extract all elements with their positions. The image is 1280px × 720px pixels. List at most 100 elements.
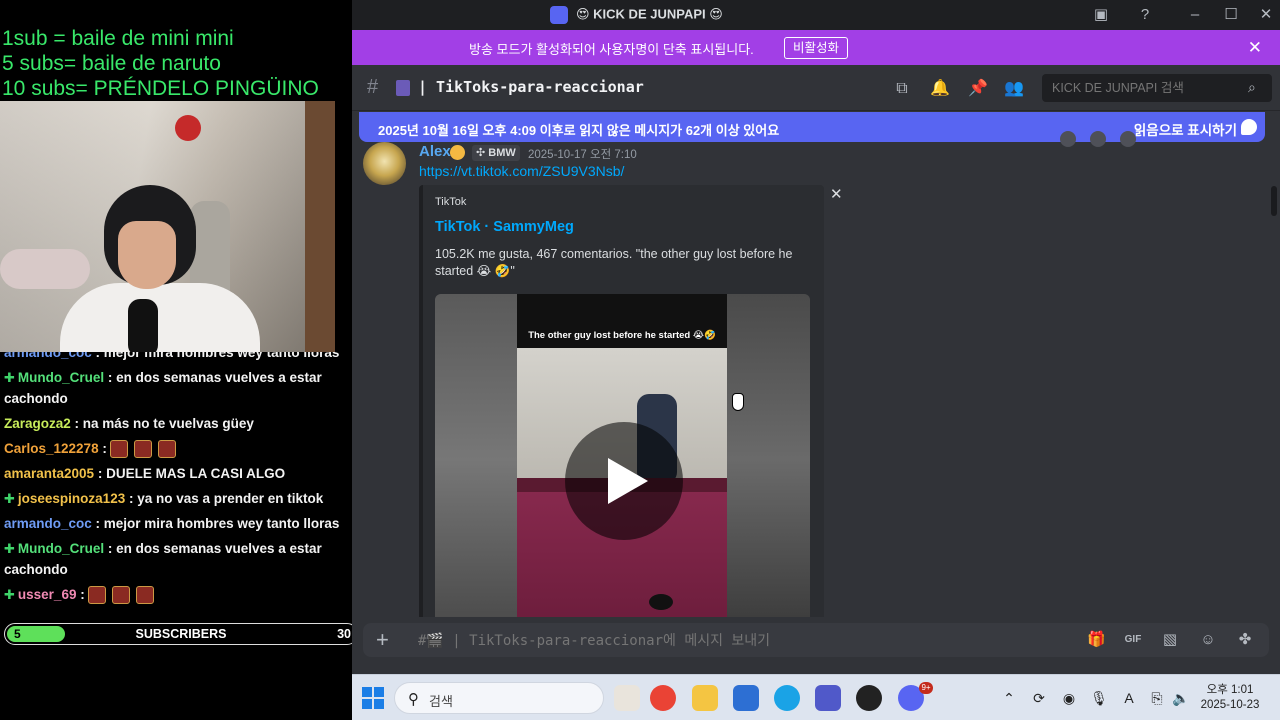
remove-embed-icon[interactable]: ✕ xyxy=(830,185,843,203)
channel-name: | TikToks-para-reaccionar xyxy=(418,78,644,96)
store-icon[interactable] xyxy=(733,685,759,711)
language-icon[interactable]: A xyxy=(1120,689,1138,707)
sticker-icon[interactable]: ▧ xyxy=(1161,631,1179,649)
disable-streamer-mode-button[interactable]: 비활성화 xyxy=(784,37,849,59)
gift-icon[interactable]: 🎁 xyxy=(1087,631,1106,649)
discord-badge: 9+ xyxy=(919,682,933,694)
windows-taskbar: ⚲ 검색 9+ ⌃ ⟳ ◉ 🎙 A ⎘ 🔈 오후 1:01 2025-10-23 xyxy=(352,674,1280,720)
screen-share-icon[interactable]: ▣ xyxy=(1092,6,1110,24)
chat-message: amaranta2005 : DUELE MAS LA CASI ALGO xyxy=(0,463,352,484)
more-icon[interactable] xyxy=(1120,131,1136,147)
chat-username: armando_coc xyxy=(4,516,92,531)
edge-icon[interactable] xyxy=(774,685,800,711)
pin-icon[interactable]: 📌 xyxy=(968,79,988,99)
server-emoji-left: 😍 xyxy=(576,6,594,22)
chat-message: Zaragoza2 : na más no te vuelvas güey xyxy=(0,413,352,434)
sub-badge-icon: ✚ xyxy=(4,541,15,556)
server-tag-text: BMW xyxy=(488,147,516,159)
gif-icon[interactable]: GIF xyxy=(1124,631,1142,649)
window-title-text: KICK DE JUNPAPI xyxy=(593,6,706,22)
chrome-icon[interactable] xyxy=(650,685,676,711)
taskbar-search[interactable]: ⚲ 검색 xyxy=(394,682,604,714)
minimize-button[interactable]: – xyxy=(1186,6,1204,24)
goal-line: 10 subs= PRÉNDELO PINGÜINO xyxy=(2,77,319,100)
emote-icon xyxy=(135,586,154,605)
microphone-icon xyxy=(128,299,158,352)
subscriber-goal: 30 xyxy=(337,627,351,641)
chat-message: Carlos_122278 : xyxy=(0,438,352,459)
message-composer: + 🎁 GIF ▧ ☺ ✤ xyxy=(352,617,1280,674)
threads-icon[interactable]: ⧉ xyxy=(892,79,912,99)
apps-icon[interactable]: ✤ xyxy=(1236,631,1254,649)
chat-message: ✚ Mundo_Cruel : en dos semanas vuelves a … xyxy=(0,538,352,580)
sub-goals: 1sub = baile de mini mini 5 subs= baile … xyxy=(2,26,350,101)
search-icon: ⌕ xyxy=(1248,79,1256,95)
emoji-icon[interactable]: ☺ xyxy=(1199,631,1217,649)
volume-icon[interactable]: 🔈 xyxy=(1172,689,1190,707)
scrollbar[interactable] xyxy=(1271,186,1277,216)
chat-text: : ya no vas a prender en tiktok xyxy=(125,491,324,506)
goal-line: 5 subs= baile de naruto xyxy=(2,52,221,75)
maximize-button[interactable]: ☐ xyxy=(1222,6,1240,24)
message-actions xyxy=(1060,131,1230,147)
chat-username: usser_69 xyxy=(17,587,77,602)
network-icon[interactable]: ⎘ xyxy=(1148,689,1166,707)
taskbar-search-label: 검색 xyxy=(429,694,453,709)
help-icon[interactable]: ? xyxy=(1136,6,1154,24)
chat-text: : na más no te vuelvas güey xyxy=(70,416,254,431)
sub-badge-icon: ✚ xyxy=(4,587,15,602)
chat-text: : mejor mira hombres wey tanto lloras xyxy=(91,516,340,531)
avatar[interactable] xyxy=(363,142,406,185)
unread-text: 2025년 10월 16일 오후 4:09 이후로 읽지 않은 메시지가 62개… xyxy=(378,123,780,138)
embed-video[interactable]: The other guy lost before he started 😭🤣 xyxy=(435,294,810,617)
message-input[interactable] xyxy=(418,630,1018,652)
webcam-feed xyxy=(0,101,335,352)
chat-text: : mejor mira hombres wey tanto lloras xyxy=(91,352,340,360)
chat-message: ✚ usser_69 : xyxy=(0,584,352,605)
chat-message: armando_coc : mejor mira hombres wey tan… xyxy=(0,352,352,363)
reply-icon[interactable] xyxy=(1090,131,1106,147)
members-icon[interactable]: 👥 xyxy=(1004,79,1024,99)
mouse-cursor xyxy=(732,393,744,411)
message-author[interactable]: Alex xyxy=(419,143,451,160)
task-view-icon[interactable] xyxy=(614,685,640,711)
add-attachment-button[interactable]: + xyxy=(376,629,389,651)
embed-title[interactable]: TikTok · SammyMeg xyxy=(435,219,574,235)
emote-icon xyxy=(157,440,176,459)
window-title: 😍 KICK DE JUNPAPI 😍 xyxy=(550,6,723,24)
start-button[interactable] xyxy=(362,687,384,709)
link-embed: TikTok TikTok · SammyMeg 105.2K me gusta… xyxy=(419,185,843,617)
banner-text: 방송 모드가 활성화되어 사용자명이 단축 표시됩니다. xyxy=(469,42,754,57)
server-icon xyxy=(550,6,568,24)
hash-icon: # xyxy=(367,76,379,98)
file-explorer-icon[interactable] xyxy=(692,685,718,711)
streamer-mode-banner: 방송 모드가 활성화되어 사용자명이 단축 표시됩니다. 비활성화 ✕ xyxy=(352,30,1280,65)
embed-provider: TikTok xyxy=(435,196,467,208)
system-clock[interactable]: 오후 1:01 2025-10-23 xyxy=(1200,683,1260,713)
embed-description: 105.2K me gusta, 467 comentarios. "the o… xyxy=(435,247,793,278)
chevron-up-icon[interactable]: ⌃ xyxy=(1000,689,1018,707)
chat-text: : xyxy=(76,587,85,602)
record-icon[interactable]: ◉ xyxy=(1060,689,1078,707)
close-icon[interactable]: ✕ xyxy=(1248,38,1262,58)
obs-icon[interactable] xyxy=(856,685,882,711)
message-link[interactable]: https://vt.tiktok.com/ZSU9V3Nsb/ xyxy=(419,163,624,179)
chat-message: ✚ Mundo_Cruel : en dos semanas vuelves a … xyxy=(0,367,352,409)
server-emoji-right: 😍 xyxy=(705,6,723,22)
teams-icon[interactable] xyxy=(815,685,841,711)
close-window-button[interactable]: ✕ xyxy=(1257,6,1275,24)
server-tag-badge[interactable]: ✣ BMW xyxy=(472,145,520,161)
window-titlebar: 😍 KICK DE JUNPAPI 😍 ▣ ? – ☐ ✕ xyxy=(352,0,1280,30)
reaction-icon[interactable] xyxy=(1060,131,1076,147)
search-input[interactable] xyxy=(1042,74,1272,102)
bell-icon[interactable]: 🔔 xyxy=(930,79,950,99)
channel-header: # | TikToks-para-reaccionar ⧉ 🔔 📌 👥 ⌕ xyxy=(352,65,1280,111)
author-emoji-icon xyxy=(450,145,465,160)
stream-overlay: 1sub = baile de mini mini 5 subs= baile … xyxy=(0,0,358,720)
chat-username: Zaragoza2 xyxy=(4,416,71,431)
sync-icon[interactable]: ⟳ xyxy=(1030,689,1048,707)
mic-icon[interactable]: 🎙 xyxy=(1090,689,1108,707)
subscriber-goal-bar: 5 SUBSCRIBERS 30 xyxy=(4,623,358,645)
clock-date: 2025-10-23 xyxy=(1200,699,1260,711)
chat-message: armando_coc : mejor mira hombres wey tan… xyxy=(0,513,352,534)
